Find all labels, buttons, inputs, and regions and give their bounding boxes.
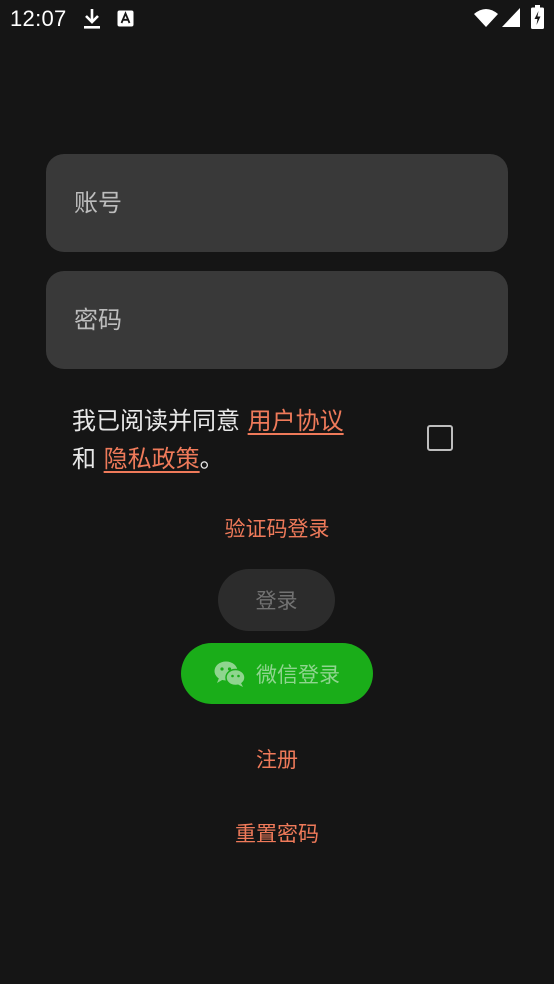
- login-button[interactable]: 登录: [218, 569, 335, 631]
- agreement-checkbox[interactable]: [427, 425, 453, 451]
- agreement-prefix: 我已阅读并同意: [72, 407, 248, 435]
- wechat-icon: [214, 661, 246, 687]
- reset-password-link[interactable]: 重置密码: [0, 818, 554, 848]
- user-agreement-link[interactable]: 用户协议: [248, 407, 344, 435]
- agreement-and: 和: [72, 445, 104, 473]
- password-input[interactable]: [74, 306, 508, 334]
- battery-charging-icon: [531, 5, 544, 29]
- account-input[interactable]: [74, 189, 508, 217]
- status-time: 12:07: [10, 6, 67, 31]
- wechat-login-button[interactable]: 微信登录: [181, 643, 373, 704]
- account-field[interactable]: [46, 154, 508, 252]
- app-a-icon: [117, 10, 134, 27]
- register-link[interactable]: 注册: [0, 744, 554, 774]
- signal-icon: [502, 8, 520, 27]
- wifi-icon: [474, 9, 498, 27]
- status-bar: 12:07: [0, 0, 554, 36]
- sms-login-link[interactable]: 验证码登录: [0, 513, 554, 543]
- privacy-policy-link[interactable]: 隐私政策: [104, 445, 200, 473]
- agreement-text: 我已阅读并同意 用户协议 和 隐私政策。: [72, 402, 402, 478]
- agreement-suffix: 。: [199, 445, 224, 473]
- download-icon: [84, 9, 100, 29]
- wechat-login-label: 微信登录: [256, 662, 340, 687]
- password-field[interactable]: [46, 271, 508, 369]
